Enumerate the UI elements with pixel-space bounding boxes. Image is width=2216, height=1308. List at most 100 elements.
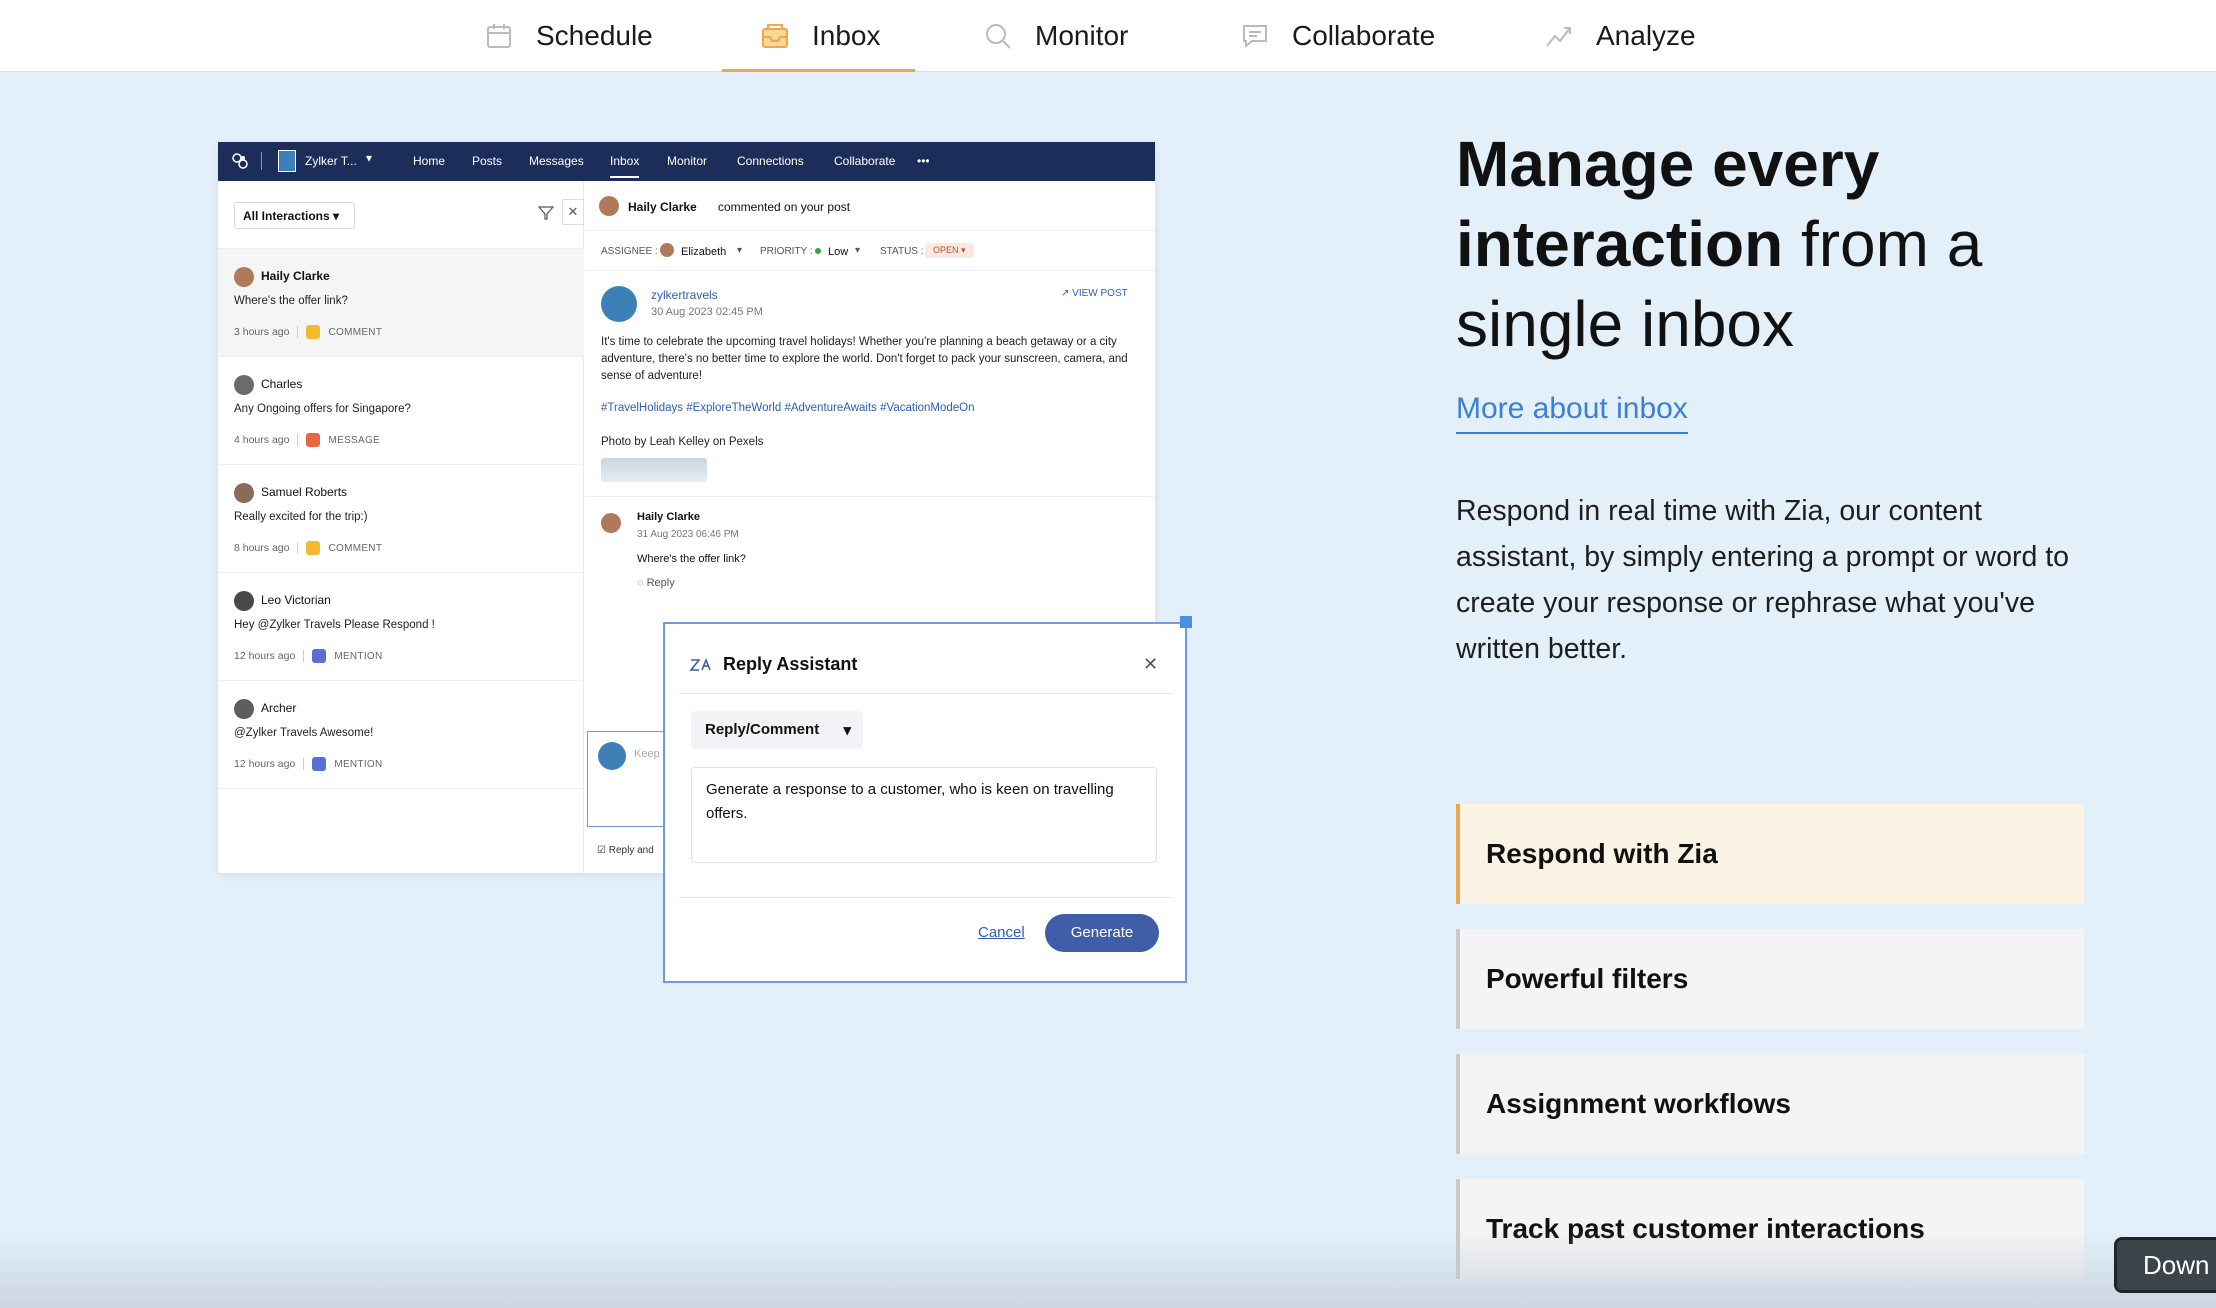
menu-connections[interactable]: Connections (737, 154, 804, 168)
menu-posts[interactable]: Posts (472, 154, 502, 168)
message-preview: Any Ongoing offers for Singapore? (234, 403, 411, 415)
post-image[interactable] (601, 458, 707, 482)
reply-composer[interactable]: Keep (587, 731, 667, 827)
interactions-dropdown[interactable]: All Interactions ▾ (234, 202, 355, 229)
status-label: STATUS : (880, 246, 924, 257)
app-logo-icon (230, 151, 250, 174)
menu-home[interactable]: Home (413, 154, 445, 168)
close-icon[interactable]: ✕ (562, 199, 584, 225)
avatar (660, 243, 674, 257)
thread-header: Haily Clarke commented on your post (585, 181, 1155, 231)
message-preview: @Zylker Travels Awesome! (234, 727, 374, 739)
message-preview: Where's the offer link? (234, 295, 348, 307)
comment-author: Haily Clarke (637, 511, 700, 523)
menu-more[interactable]: ••• (917, 154, 930, 168)
composer-placeholder: Keep (634, 748, 660, 760)
menu-messages[interactable]: Messages (529, 154, 584, 168)
app-header-bar: Zylker T... ▾ Home Posts Messages Inbox … (218, 142, 1155, 181)
dropdown-label: All Interactions (243, 209, 330, 223)
assignee-select[interactable]: Elizabeth (681, 246, 726, 258)
list-item[interactable]: Archer @Zylker Travels Awesome! 12 hours… (218, 681, 584, 789)
menu-collaborate[interactable]: Collaborate (834, 154, 895, 168)
type-badge: COMMENT (328, 326, 383, 338)
list-item[interactable]: Samuel Roberts Really excited for the tr… (218, 465, 584, 573)
timestamp: 8 hours ago (234, 542, 290, 554)
contact-name: Archer (261, 701, 297, 715)
photo-credit: Photo by Leah Kelley on Pexels (601, 436, 764, 448)
prompt-input[interactable]: Generate a response to a customer, who i… (691, 767, 1157, 863)
contact-name: Samuel Roberts (261, 485, 348, 499)
reply-and-checkbox[interactable]: ☑ Reply and (597, 845, 654, 856)
title-line1: Manage every (1456, 128, 1880, 200)
type-badge: MENTION (334, 650, 383, 662)
status-badge[interactable]: OPEN ▾ (925, 243, 974, 258)
thread-author: Haily Clarke (628, 200, 697, 214)
zia-icon (689, 656, 713, 679)
chat-icon (1240, 21, 1270, 51)
post-handle[interactable]: zylkertravels (651, 288, 718, 302)
conversation-meta: 4 hours ago MESSAGE (234, 433, 380, 447)
conversation-meta: 8 hours ago COMMENT (234, 541, 382, 555)
chevron-down-icon: ▾ (843, 722, 851, 739)
more-about-inbox-link[interactable]: More about inbox (1456, 392, 1688, 434)
title-line3: single inbox (1456, 288, 1794, 360)
feature-respond-with-zia[interactable]: Respond with Zia (1456, 804, 2084, 904)
list-item[interactable]: Charles Any Ongoing offers for Singapore… (218, 357, 584, 465)
tab-collaborate[interactable]: Collaborate (1240, 0, 1435, 72)
avatar (234, 699, 254, 719)
brand-switcher[interactable]: Zylker T... (305, 154, 357, 168)
type-badge: MENTION (334, 758, 383, 770)
priority-label: PRIORITY : (760, 246, 813, 257)
feature-assignment-workflows[interactable]: Assignment workflows (1456, 1054, 2084, 1154)
inbox-icon (760, 21, 790, 51)
filter-icon[interactable] (537, 205, 555, 226)
priority-select[interactable]: Low (828, 246, 848, 258)
cancel-button[interactable]: Cancel (978, 924, 1025, 941)
view-post-link[interactable]: ↗ VIEW POST (1061, 288, 1128, 299)
assignee-label: ASSIGNEE : (601, 246, 658, 257)
tab-inbox[interactable]: Inbox (722, 0, 914, 72)
reply-link[interactable]: ◌ Reply (637, 577, 675, 589)
divider (261, 152, 262, 170)
top-nav: Schedule Inbox Monitor Collaborate Analy… (0, 0, 2216, 72)
tab-analyze[interactable]: Analyze (1544, 0, 1696, 72)
avatar (234, 591, 254, 611)
avatar (234, 267, 254, 287)
feature-powerful-filters[interactable]: Powerful filters (1456, 929, 2084, 1029)
calendar-icon (484, 21, 514, 51)
dialog-title: Reply Assistant (723, 654, 858, 674)
divider (585, 496, 1155, 497)
list-item[interactable]: Haily Clarke Where's the offer link? 3 h… (218, 249, 584, 357)
list-item[interactable]: Leo Victorian Hey @Zylker Travels Please… (218, 573, 584, 681)
reply-mode-select[interactable]: Reply/Comment ▾ (691, 711, 863, 749)
thread-properties: ASSIGNEE : Elizabeth ▾ PRIORITY : Low ▾ … (585, 231, 1155, 271)
avatar (234, 375, 254, 395)
resize-handle[interactable] (1180, 616, 1192, 628)
tab-label: Analyze (1596, 20, 1696, 51)
brand-avatar (598, 742, 626, 770)
menu-monitor[interactable]: Monitor (667, 154, 707, 168)
view-post-label: VIEW POST (1072, 288, 1128, 299)
generate-button[interactable]: Generate (1045, 914, 1159, 952)
chevron-down-icon: ▾ (855, 245, 861, 256)
post-hashtags: #TravelHolidays #ExploreTheWorld #Advent… (601, 402, 975, 414)
page-title: Manage every interaction from a single i… (1456, 124, 2136, 364)
mention-icon (312, 757, 327, 771)
menu-inbox[interactable]: Inbox (610, 154, 640, 178)
thread-action: commented on your post (718, 200, 851, 214)
chevron-down-icon: ▾ (737, 245, 743, 256)
tab-label: Monitor (1035, 20, 1129, 51)
message-icon (306, 433, 321, 447)
avatar (599, 196, 619, 216)
timestamp: 4 hours ago (234, 434, 290, 446)
feature-description: Respond in real time with Zia, our conte… (1456, 495, 2070, 665)
comment-icon (306, 541, 321, 555)
timestamp: 12 hours ago (234, 650, 296, 662)
download-tooltip[interactable]: Down (2114, 1237, 2216, 1293)
close-icon[interactable]: ✕ (1143, 654, 1158, 675)
comment-date: 31 Aug 2023 06:46 PM (637, 529, 739, 540)
tab-monitor[interactable]: Monitor (983, 0, 1128, 72)
title-line2-bold: interaction (1456, 208, 1784, 280)
tab-schedule[interactable]: Schedule (484, 0, 653, 72)
avatar (234, 483, 254, 503)
